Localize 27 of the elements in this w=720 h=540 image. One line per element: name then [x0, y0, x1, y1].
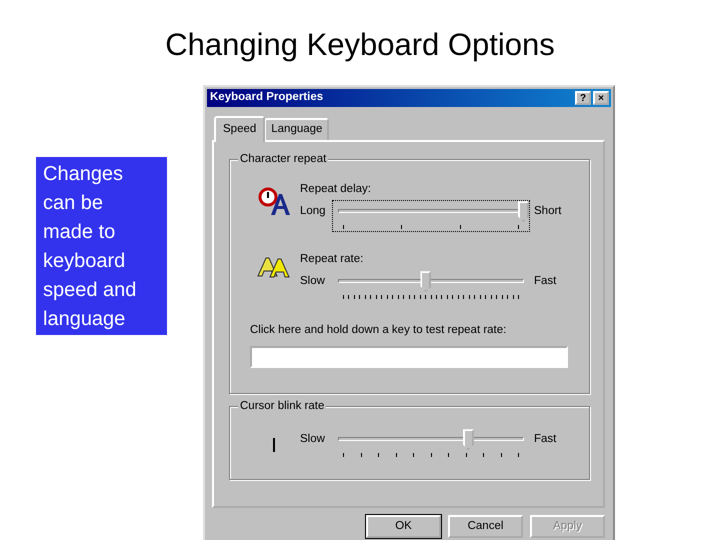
slider-thumb[interactable]: [462, 429, 474, 450]
close-button[interactable]: ×: [593, 91, 609, 105]
slider-thumb[interactable]: [518, 201, 529, 222]
slider-max-label: Fast: [534, 274, 556, 288]
slide-title: Changing Keyboard Options: [165, 27, 555, 62]
window-title: Keyboard Properties: [210, 90, 324, 106]
input-field[interactable]: [250, 346, 568, 368]
callout-box: Changes can be made to keyboard speed and language: [36, 157, 167, 335]
slider-thumb[interactable]: [420, 271, 432, 292]
slider-min-label: Slow: [300, 274, 326, 288]
slider-max-label: Fast: [534, 432, 556, 446]
field-label: Click here and hold down a key to test repeat rate:: [250, 323, 508, 338]
slider-min-label: Slow: [300, 432, 326, 446]
letters-icon: [257, 256, 291, 278]
slider[interactable]: [332, 200, 530, 232]
slider-min-label: Long: [300, 204, 327, 218]
tab[interactable]: Language: [264, 118, 330, 140]
tab[interactable]: Speed: [214, 116, 266, 142]
group-label: Character repeat: [238, 152, 328, 166]
slider-caption: Repeat delay:: [300, 182, 372, 196]
stopwatch-icon: [257, 186, 291, 216]
cursor-icon: [272, 438, 276, 452]
dialog-button[interactable]: OK: [366, 515, 441, 538]
slider-max-label: Short: [534, 204, 562, 218]
help-button[interactable]: ?: [575, 91, 591, 105]
dialog-button[interactable]: Cancel: [448, 515, 523, 538]
slider-caption: Repeat rate:: [300, 252, 364, 266]
